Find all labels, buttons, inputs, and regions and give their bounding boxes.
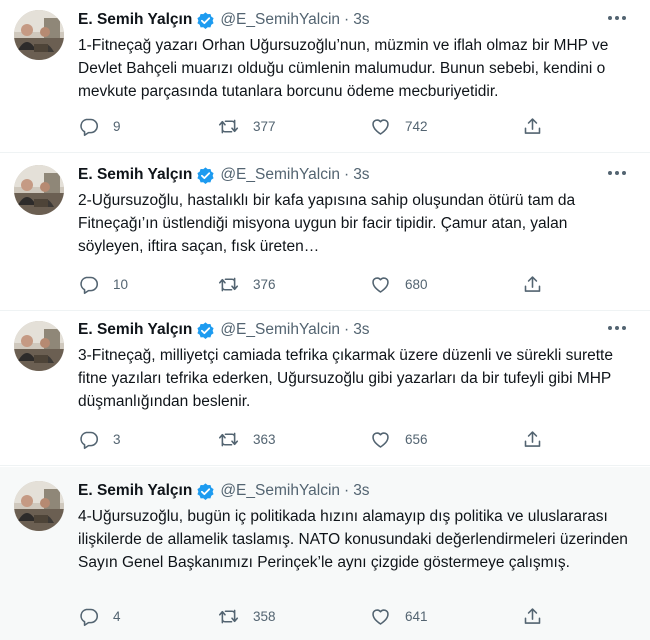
reply-count: 9 xyxy=(113,118,121,134)
retweet-button[interactable]: 358 xyxy=(218,604,276,628)
reply-icon xyxy=(80,608,99,626)
reply-button[interactable]: 4 xyxy=(78,604,121,628)
like-icon xyxy=(372,431,389,448)
author-handle[interactable]: @E_SemihYalcin xyxy=(220,11,340,29)
retweet-icon xyxy=(218,119,239,133)
author-handle[interactable]: @E_SemihYalcin xyxy=(220,482,340,500)
retweet-button[interactable]: 377 xyxy=(218,114,276,138)
tweet-header: E. Semih Yalçın @E_SemihYalcin · 3s xyxy=(78,9,630,31)
verified-badge-icon xyxy=(196,11,215,30)
like-button[interactable]: 656 xyxy=(370,427,428,451)
like-count: 641 xyxy=(405,608,428,624)
more-options-icon[interactable] xyxy=(604,162,630,184)
like-button[interactable]: 641 xyxy=(370,604,428,628)
retweet-icon xyxy=(218,609,239,623)
like-button[interactable]: 680 xyxy=(370,272,428,296)
more-options-icon[interactable] xyxy=(604,317,630,339)
verified-badge-icon xyxy=(196,166,215,185)
verified-badge-icon xyxy=(196,482,215,501)
avatar[interactable] xyxy=(14,165,64,215)
retweet-button[interactable]: 363 xyxy=(218,427,276,451)
tweet-timestamp[interactable]: 3s xyxy=(353,11,369,29)
divider xyxy=(0,310,650,311)
author-name[interactable]: E. Semih Yalçın xyxy=(78,11,192,29)
retweet-count: 377 xyxy=(253,118,276,134)
tweet-text: 2-Uğursuzoğlu, hastalıklı bir kafa yapıs… xyxy=(78,192,576,255)
share-icon xyxy=(524,275,541,292)
tweet-actions: 3 363 656 xyxy=(78,427,558,451)
reply-button[interactable]: 3 xyxy=(78,427,121,451)
like-count: 680 xyxy=(405,276,428,292)
verified-badge-icon xyxy=(196,321,215,340)
tweet-header: E. Semih Yalçın @E_SemihYalcin · 3s xyxy=(78,164,630,186)
reply-icon xyxy=(80,118,99,136)
separator-dot: · xyxy=(344,11,350,28)
reply-icon xyxy=(80,276,99,294)
reply-count: 10 xyxy=(113,276,129,292)
like-button[interactable]: 742 xyxy=(370,114,428,138)
reply-count: 4 xyxy=(113,608,121,624)
reply-button[interactable]: 10 xyxy=(78,272,128,296)
retweet-count: 363 xyxy=(253,431,276,447)
author-name[interactable]: E. Semih Yalçın xyxy=(78,482,192,500)
tweet-actions: 4 358 641 xyxy=(78,604,558,628)
reply-icon xyxy=(80,431,99,449)
more-options-icon[interactable] xyxy=(604,7,630,29)
author-name[interactable]: E. Semih Yalçın xyxy=(78,321,192,339)
reply-button[interactable]: 9 xyxy=(78,114,121,138)
share-button[interactable] xyxy=(522,427,543,451)
share-button[interactable] xyxy=(522,272,543,296)
author-handle[interactable]: @E_SemihYalcin xyxy=(220,321,340,339)
tweet-timestamp[interactable]: 3s xyxy=(353,166,369,184)
tweet-text: 1-Fitneçağ yazarı Orhan Uğursuzoğlu’nun,… xyxy=(78,37,609,100)
share-icon xyxy=(524,117,541,134)
separator-dot: · xyxy=(344,321,350,338)
tweet-text: 3-Fitneçağ, milliyetçi camiada tefrika ç… xyxy=(78,347,613,410)
share-icon xyxy=(524,430,541,447)
share-button[interactable] xyxy=(522,604,543,628)
avatar[interactable] xyxy=(14,321,64,371)
avatar[interactable] xyxy=(14,10,64,60)
author-name[interactable]: E. Semih Yalçın xyxy=(78,166,192,184)
tweet-timestamp[interactable]: 3s xyxy=(353,321,369,339)
tweet-actions: 10 376 680 xyxy=(78,272,558,296)
tweet-header: E. Semih Yalçın @E_SemihYalcin · 3s xyxy=(78,480,630,502)
like-icon xyxy=(372,276,389,293)
tweet[interactable]: E. Semih Yalçın @E_SemihYalcin · 3s 1-Fi… xyxy=(0,0,650,150)
tweet-text: 4-Uğursuzoğlu, bugün iç politikada hızın… xyxy=(78,508,628,571)
like-count: 656 xyxy=(405,431,428,447)
retweet-icon xyxy=(218,277,239,291)
reply-count: 3 xyxy=(113,431,121,447)
tweet-header: E. Semih Yalçın @E_SemihYalcin · 3s xyxy=(78,319,630,341)
retweet-icon xyxy=(218,432,239,446)
tweet[interactable]: E. Semih Yalçın @E_SemihYalcin · 3s 2-Uğ… xyxy=(0,155,650,308)
share-button[interactable] xyxy=(522,114,543,138)
retweet-count: 376 xyxy=(253,276,276,292)
tweet[interactable]: E. Semih Yalçın @E_SemihYalcin · 3s 4-Uğ… xyxy=(0,467,650,640)
like-count: 742 xyxy=(405,118,428,134)
author-handle[interactable]: @E_SemihYalcin xyxy=(220,166,340,184)
tweet-timestamp[interactable]: 3s xyxy=(353,482,369,500)
retweet-button[interactable]: 376 xyxy=(218,272,276,296)
tweet-actions: 9 377 742 xyxy=(78,114,558,138)
divider xyxy=(0,152,650,153)
tweet[interactable]: E. Semih Yalçın @E_SemihYalcin · 3s 3-Fi… xyxy=(0,313,650,463)
like-icon xyxy=(372,608,389,625)
separator-dot: · xyxy=(344,166,350,183)
retweet-count: 358 xyxy=(253,608,276,624)
separator-dot: · xyxy=(344,482,350,499)
divider xyxy=(0,465,650,466)
like-icon xyxy=(372,118,389,135)
share-icon xyxy=(524,607,541,624)
avatar[interactable] xyxy=(14,481,64,531)
